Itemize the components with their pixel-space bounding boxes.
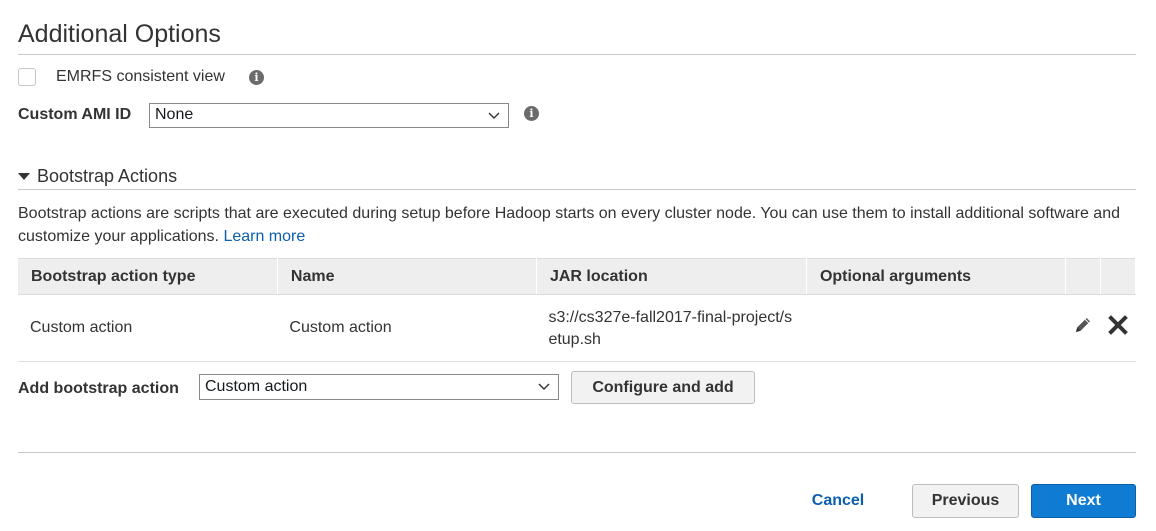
jar-location-text: s3://cs327e-fall2017-final-project/setup… — [548, 309, 793, 348]
column-header: Optional arguments — [806, 258, 1067, 295]
custom-ami-label: Custom AMI ID — [18, 106, 132, 123]
emrfs-label: EMRFS consistent view — [56, 68, 225, 85]
delete-cell — [1100, 294, 1136, 362]
table-header-row: Bootstrap action type Name JAR location … — [18, 258, 1136, 295]
footer-divider — [18, 452, 1136, 453]
column-header: Name — [277, 258, 537, 295]
custom-ami-value: None — [155, 106, 194, 123]
section-divider — [18, 54, 1136, 55]
table-row: Custom action Custom action s3://cs327e-… — [18, 294, 1136, 362]
bootstrap-divider — [18, 189, 1136, 190]
edit-cell — [1065, 294, 1101, 362]
bootstrap-description: Bootstrap actions are scripts that are e… — [18, 202, 1128, 248]
info-icon[interactable]: i — [524, 106, 539, 121]
section-title: Additional Options — [18, 20, 221, 48]
next-button[interactable]: Next — [1031, 484, 1136, 518]
bootstrap-actions-heading: Bootstrap Actions — [37, 166, 178, 186]
learn-more-link[interactable]: Learn more — [223, 228, 305, 245]
column-header: Bootstrap action type — [18, 258, 278, 295]
pencil-icon[interactable] — [1073, 315, 1093, 342]
cell-action-type: Custom action — [18, 294, 278, 362]
column-header: JAR location — [536, 258, 807, 295]
bootstrap-description-text: Bootstrap actions are scripts that are e… — [18, 205, 1120, 245]
cell-optional-arguments — [806, 294, 1066, 362]
emrfs-checkbox[interactable] — [18, 68, 36, 86]
cell-jar-location: s3://cs327e-fall2017-final-project/setup… — [536, 294, 807, 362]
triangle-down-icon — [18, 173, 30, 180]
bootstrap-actions-toggle[interactable]: Bootstrap Actions — [18, 166, 177, 187]
configure-and-add-button[interactable]: Configure and add — [571, 371, 755, 404]
bootstrap-action-type-value: Custom action — [205, 378, 308, 395]
add-bootstrap-label: Add bootstrap action — [18, 380, 179, 397]
column-header-delete — [1100, 258, 1136, 295]
close-icon[interactable] — [1108, 314, 1128, 342]
cell-name: Custom action — [277, 294, 537, 362]
previous-button[interactable]: Previous — [912, 484, 1019, 518]
chevron-down-icon — [488, 104, 500, 127]
chevron-down-icon — [538, 375, 550, 399]
info-icon[interactable]: i — [249, 70, 264, 85]
bootstrap-action-type-select[interactable]: Custom action — [199, 374, 559, 400]
bootstrap-actions-table: Bootstrap action type Name JAR location … — [18, 258, 1136, 362]
custom-ami-select[interactable]: None — [149, 103, 509, 128]
cancel-button[interactable]: Cancel — [798, 484, 878, 518]
column-header-edit — [1065, 258, 1102, 295]
